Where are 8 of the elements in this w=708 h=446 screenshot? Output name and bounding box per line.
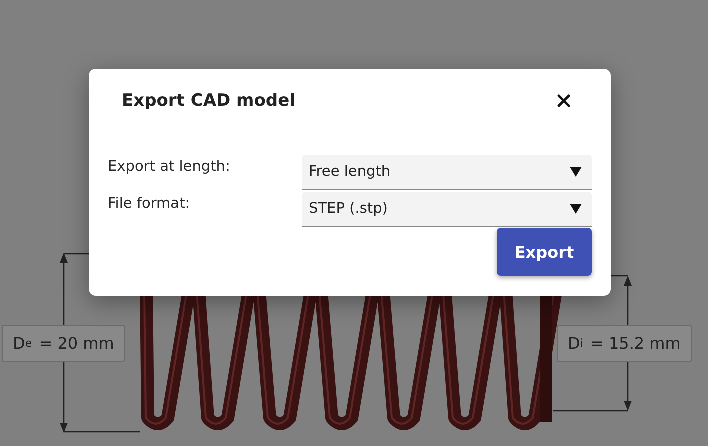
select-field[interactable]: Free length (302, 155, 592, 190)
caret-icon (570, 167, 582, 177)
select-field[interactable]: STEP (.stp) (302, 192, 592, 227)
export-button[interactable]: Export (497, 228, 592, 276)
dialog-title: Export CAD model (122, 91, 296, 111)
field-label: Export at length: (108, 158, 232, 175)
field-label: File format: (108, 195, 192, 212)
caret-icon (570, 204, 582, 214)
